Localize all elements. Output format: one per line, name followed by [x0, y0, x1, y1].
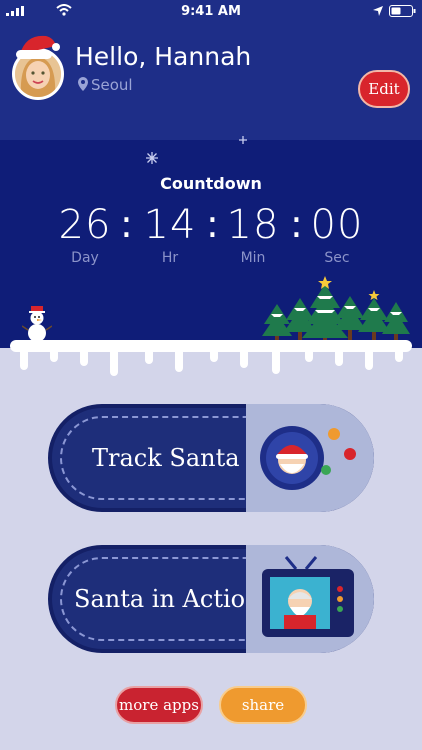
countdown-value: 00 [310, 202, 364, 248]
countdown-label: Sec [324, 250, 350, 266]
location-arrow-icon [373, 6, 383, 16]
track-santa-art [246, 404, 374, 512]
countdown-hours: 14 Hr [135, 202, 205, 266]
countdown-value: 18 [226, 202, 280, 248]
location: Seoul [78, 76, 133, 94]
countdown-label: Day [71, 250, 99, 266]
battery-icon [389, 5, 416, 17]
countdown-timer: 26 Day : 14 Hr : 18 Min : 00 Sec [50, 202, 380, 272]
countdown-title: Countdown [160, 174, 262, 193]
status-bar: 9:41 AM [0, 0, 422, 22]
tv-icon [246, 545, 374, 653]
santa-in-action-button[interactable]: Santa in Action [48, 545, 374, 653]
countdown-value: 26 [58, 202, 112, 248]
countdown-separator: : [120, 202, 133, 246]
snowflake-icon [146, 152, 158, 164]
countdown-label: Min [240, 250, 266, 266]
countdown-days: 26 Day [50, 202, 120, 266]
more-apps-button[interactable]: more apps [115, 686, 203, 724]
snowman-icon [22, 306, 52, 342]
santa-hat-icon [16, 35, 60, 59]
share-button[interactable]: share [219, 686, 307, 724]
countdown-separator: : [206, 202, 219, 246]
snowflake-icon [239, 136, 247, 144]
santa-in-action-label: Santa in Action [74, 585, 261, 613]
track-santa-button[interactable]: Track Santa [48, 404, 374, 512]
location-text: Seoul [91, 76, 133, 94]
countdown-scene: Countdown 26 Day : 14 Hr : 18 Min : 00 S… [0, 136, 422, 376]
greeting: Hello, Hannah [75, 42, 252, 71]
countdown-separator: : [290, 202, 303, 246]
status-time: 9:41 AM [181, 4, 241, 19]
location-pin-icon [78, 77, 88, 91]
countdown-value: 14 [143, 202, 197, 248]
countdown-minutes: 18 Min [218, 202, 288, 266]
snow-ledge [10, 340, 412, 376]
santa-globe-icon [246, 404, 374, 512]
santa-in-action-art [246, 545, 374, 653]
track-santa-label: Track Santa [92, 444, 240, 472]
countdown-seconds: 00 Sec [302, 202, 372, 266]
christmas-tree-icon [262, 276, 410, 346]
countdown-label: Hr [161, 250, 179, 266]
edit-button[interactable]: Edit [358, 70, 410, 108]
